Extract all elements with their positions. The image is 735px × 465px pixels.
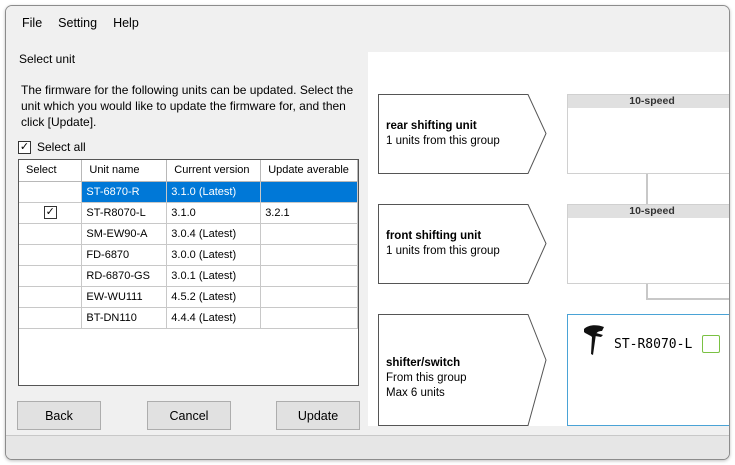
column-header-unit-name[interactable]: Unit name: [81, 160, 168, 182]
column-header-select[interactable]: Select: [19, 160, 83, 182]
shifter-line1: From this group: [386, 372, 467, 384]
table-row[interactable]: BT-DN110 4.4.4 (Latest): [19, 307, 358, 329]
update-available-cell: [260, 223, 358, 245]
speed-header: 10-speed: [568, 95, 729, 108]
table-row[interactable]: ✓ ST-R8070-L 3.1.0 3.2.1: [19, 202, 358, 224]
back-button[interactable]: Back: [17, 401, 101, 430]
front-shifting-subtitle: 1 units from this group: [386, 245, 500, 257]
front-shifting-group-label: front shifting unit 1 units from this gr…: [378, 204, 548, 284]
unit-name-cell: RD-6870-GS: [81, 265, 168, 287]
current-version-cell: 4.5.2 (Latest): [166, 286, 262, 308]
unit-name-cell: EW-WU111: [81, 286, 168, 308]
shifter-lever-icon: [584, 325, 604, 355]
select-all-label: Select all: [37, 140, 86, 154]
update-available-cell: [260, 181, 358, 203]
rear-shifting-subtitle: 1 units from this group: [386, 135, 500, 147]
table-row[interactable]: EW-WU111 4.5.2 (Latest): [19, 286, 358, 308]
select-all-checkbox[interactable]: ✓: [18, 140, 31, 154]
unit-name-cell: BT-DN110: [81, 307, 168, 329]
update-available-cell: [260, 265, 358, 287]
current-version-cell: 3.0.1 (Latest): [166, 265, 262, 287]
table-header-row: Select Unit name Current version Update …: [19, 160, 358, 182]
row-select-cell[interactable]: [19, 265, 83, 287]
unit-name-cell: FD-6870: [81, 244, 168, 266]
current-version-cell: 3.1.0 (Latest): [166, 181, 262, 203]
column-header-current-version[interactable]: Current version: [166, 160, 262, 182]
unit-diagram-panel: rear shifting unit 1 units from this gro…: [368, 52, 729, 426]
table-row[interactable]: FD-6870 3.0.0 (Latest): [19, 244, 358, 266]
current-version-cell: 3.0.4 (Latest): [166, 223, 262, 245]
front-shifting-unit-box[interactable]: 10-speed: [567, 204, 729, 284]
shifter-unit-box: ST-R8070-L: [567, 314, 729, 426]
menu-file[interactable]: File: [14, 12, 50, 34]
rear-shifting-title: rear shifting unit: [386, 120, 477, 132]
shifter-unit-name: ST-R8070-L: [614, 336, 693, 352]
table-row[interactable]: RD-6870-GS 3.0.1 (Latest): [19, 265, 358, 287]
unit-name-cell: ST-R8070-L: [81, 202, 168, 224]
current-version-cell: 3.1.0: [166, 202, 262, 224]
cancel-button[interactable]: Cancel: [147, 401, 231, 430]
unit-name-cell: ST-6870-R: [81, 181, 168, 203]
select-all-row[interactable]: ✓ Select all: [18, 140, 86, 154]
connector-line: [646, 298, 729, 300]
shifter-line2: Max 6 units: [386, 387, 445, 399]
table-row[interactable]: ST-6870-R 3.1.0 (Latest): [19, 181, 358, 203]
update-available-cell: [260, 244, 358, 266]
update-available-cell: [260, 286, 358, 308]
column-header-update-available[interactable]: Update averable: [260, 160, 358, 182]
menu-help[interactable]: Help: [105, 12, 147, 34]
current-version-cell: 4.4.4 (Latest): [166, 307, 262, 329]
shifter-unit-item[interactable]: ST-R8070-L: [582, 323, 721, 357]
status-bar: [6, 435, 729, 459]
unit-name-cell: SM-EW90-A: [81, 223, 168, 245]
table-row[interactable]: SM-EW90-A 3.0.4 (Latest): [19, 223, 358, 245]
shifter-group-label: shifter/switch From this group Max 6 uni…: [378, 314, 548, 426]
row-select-cell[interactable]: [19, 286, 83, 308]
speed-header: 10-speed: [568, 205, 729, 218]
menu-setting[interactable]: Setting: [50, 12, 105, 34]
select-unit-panel: Select unit The firmware for the followi…: [12, 46, 367, 430]
instructions-text: The firmware for the following units can…: [21, 83, 354, 129]
menu-bar: File Setting Help: [6, 6, 729, 40]
row-select-cell[interactable]: [19, 181, 83, 203]
row-select-cell[interactable]: ✓: [19, 202, 83, 224]
connector-line: [646, 174, 648, 204]
row-checkbox[interactable]: ✓: [43, 206, 57, 219]
unit-table: Select Unit name Current version Update …: [18, 159, 359, 386]
update-available-cell: 3.2.1: [260, 202, 358, 224]
app-window: File Setting Help Select unit The firmwa…: [5, 5, 730, 460]
front-shifting-title: front shifting unit: [386, 230, 482, 242]
update-button[interactable]: Update: [276, 401, 360, 430]
row-select-cell[interactable]: [19, 244, 83, 266]
current-version-cell: 3.0.0 (Latest): [166, 244, 262, 266]
row-select-cell[interactable]: [19, 223, 83, 245]
rear-shifting-group-label: rear shifting unit 1 units from this gro…: [378, 94, 548, 174]
shifter-select-checkbox[interactable]: [702, 335, 721, 353]
row-select-cell[interactable]: [19, 307, 83, 329]
section-title: Select unit: [19, 52, 76, 66]
update-available-cell: [260, 307, 358, 329]
rear-shifting-unit-box[interactable]: 10-speed: [567, 94, 729, 174]
shifter-title: shifter/switch: [386, 357, 461, 369]
